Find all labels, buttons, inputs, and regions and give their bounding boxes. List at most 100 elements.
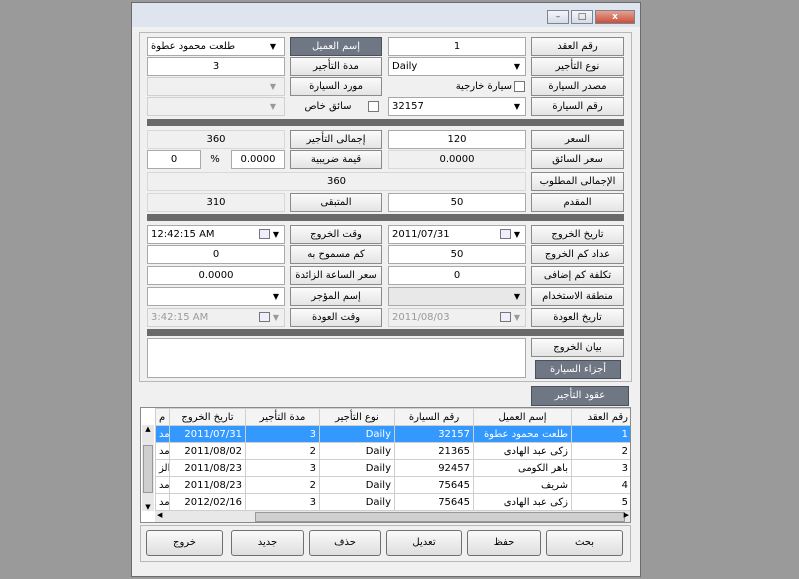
car-no-select[interactable]: 32157 ▼ [388,97,526,116]
table-row[interactable]: مد 2011/07/31 3 Daily 32157 طلعت محمود ع… [155,425,630,443]
table-row[interactable]: الز 2011/08/23 3 Daily 92457 باهر الكومى… [155,459,630,477]
edit-button[interactable]: تعديل [386,530,462,556]
maximize-button[interactable]: □ [571,10,593,24]
scroll-left-icon[interactable]: ◀ [157,511,162,519]
chevron-down-icon: ▼ [269,82,277,91]
exit-date-value: 2011/07/31 [392,229,450,240]
chevron-down-icon: ▼ [513,313,521,322]
exit-km-input[interactable]: 50 [388,245,526,264]
minimize-button[interactable]: – [547,10,569,24]
scroll-right-icon[interactable]: ▶ [624,511,629,519]
extra-hour-price-input[interactable]: 0.0000 [147,266,285,285]
table-cell: Daily [319,493,395,511]
table-row[interactable]: مد 2011/08/23 2 Daily 75645 شريف 4 [155,476,630,494]
advance-label: المقدم [531,193,624,212]
table-cell: 2011/08/23 [169,459,246,477]
table-cell: 21365 [394,442,474,460]
table-cell: 4 [571,476,630,494]
section-divider [147,214,624,221]
rental-type-value: Daily [392,61,418,72]
table-cell: 2011/07/31 [169,425,246,443]
table-cell: مد [155,476,170,494]
allowed-km-label: كم مسموح به [290,245,382,264]
table-row[interactable]: مد 2012/02/16 3 Daily 75645 زكى عبد الها… [155,493,630,511]
driver-price-label: سعر السائق [531,150,624,169]
grid-vertical-scrollbar[interactable]: ▲ ▼ [142,425,154,511]
table-cell: 92457 [394,459,474,477]
car-supplier-label: مورد السيارة [290,77,382,96]
column-header[interactable]: تاريخ الخروج [169,408,246,426]
private-driver-label: سائق خاص [304,101,352,112]
allowed-km-input[interactable]: 0 [147,245,285,264]
delete-button[interactable]: حذف [309,530,381,556]
exit-time-label: وقت الخروج [290,225,382,244]
table-cell: مد [155,493,170,511]
chevron-down-icon: ▼ [272,313,280,322]
chevron-down-icon: ▼ [269,42,277,51]
column-header[interactable]: نوع التأجير [319,408,395,426]
tax-value-input[interactable]: 0.0000 [231,150,285,169]
table-cell: مد [155,425,170,443]
rental-period-input[interactable]: 3 [147,57,285,76]
exit-date-picker[interactable]: 2011/07/31 ▼ [388,225,526,244]
usage-area-select[interactable]: ▼ [388,287,526,306]
rental-type-select[interactable]: Daily ▼ [388,57,526,76]
tax-percent-input[interactable]: 0 [147,150,201,169]
table-header-row: م تاريخ الخروج مدة التأجير نوع التأجير ر… [155,408,630,426]
exit-statement-textarea[interactable] [147,338,526,378]
column-header[interactable]: إسم العميل [473,408,572,426]
chevron-down-icon: ▼ [269,102,277,111]
new-button[interactable]: جديد [231,530,304,556]
table-cell: 3 [571,459,630,477]
contracts-grid[interactable]: ▲ ▼ م تاريخ الخروج مدة التأجير نوع التأج… [140,407,631,523]
column-header[interactable]: مدة التأجير [245,408,320,426]
chevron-down-icon: ▼ [513,102,521,111]
table-cell: زكى عبد الهادى [473,442,572,460]
scroll-thumb[interactable] [255,512,625,522]
car-supplier-select: ▼ [147,77,285,96]
lessor-name-label: إسم المؤجر [290,287,382,306]
table-cell: 32157 [394,425,474,443]
car-parts-button[interactable]: أجزاء السيارة [535,360,621,379]
column-header[interactable]: م [155,408,170,426]
car-no-label: رقم السيارة [531,97,624,116]
table-cell: 3 [245,425,320,443]
total-rent-value: 360 [147,130,285,149]
price-input[interactable]: 120 [388,130,526,149]
exit-time-picker[interactable]: 12:42:15 AM ▼ [147,225,285,244]
return-time-label: وقت العودة [290,308,382,327]
table-cell: 2 [571,442,630,460]
extra-km-cost-input[interactable]: 0 [388,266,526,285]
customer-select[interactable]: ▼ طلعت محمود عطوة [147,37,285,56]
column-header[interactable]: رقم العقد [571,408,630,426]
exit-statement-button[interactable]: بيان الخروج [531,338,624,357]
external-car-checkbox[interactable] [514,81,525,92]
return-date-value: 2011/08/03 [392,312,450,323]
table-cell: الز [155,459,170,477]
chevron-down-icon: ▼ [513,62,521,71]
grid-horizontal-scrollbar[interactable]: ◀ ▶ [155,511,630,522]
private-driver-checkbox[interactable] [368,101,379,112]
scroll-down-icon[interactable]: ▼ [142,503,154,511]
close-button[interactable]: x [595,10,635,24]
scroll-up-icon[interactable]: ▲ [142,425,154,433]
total-required-label: الإجمالى المطلوب [531,172,624,191]
chevron-down-icon: ▼ [513,292,521,301]
table-cell: 2011/08/23 [169,476,246,494]
lessor-name-select[interactable]: ▼ [147,287,285,306]
scroll-thumb[interactable] [143,445,153,493]
external-car-label: سيارة خارجية [455,81,512,92]
table-cell: 2011/08/02 [169,442,246,460]
exit-button[interactable]: خروج [146,530,223,556]
column-header[interactable]: رقم السيارة [394,408,474,426]
save-button[interactable]: حفظ [467,530,541,556]
car-no-value: 32157 [392,101,424,112]
contract-no-label: رقم العقد [531,37,624,56]
customer-value: طلعت محمود عطوة [151,41,236,52]
extra-hour-price-label: سعر الساعة الزائدة [290,266,382,285]
advance-input[interactable]: 50 [388,193,526,212]
search-button[interactable]: بحث [546,530,623,556]
title-bar: – □ x [132,3,640,27]
contract-no-input[interactable]: 1 [388,37,526,56]
table-row[interactable]: مد 2011/08/02 2 Daily 21365 زكى عبد الها… [155,442,630,460]
